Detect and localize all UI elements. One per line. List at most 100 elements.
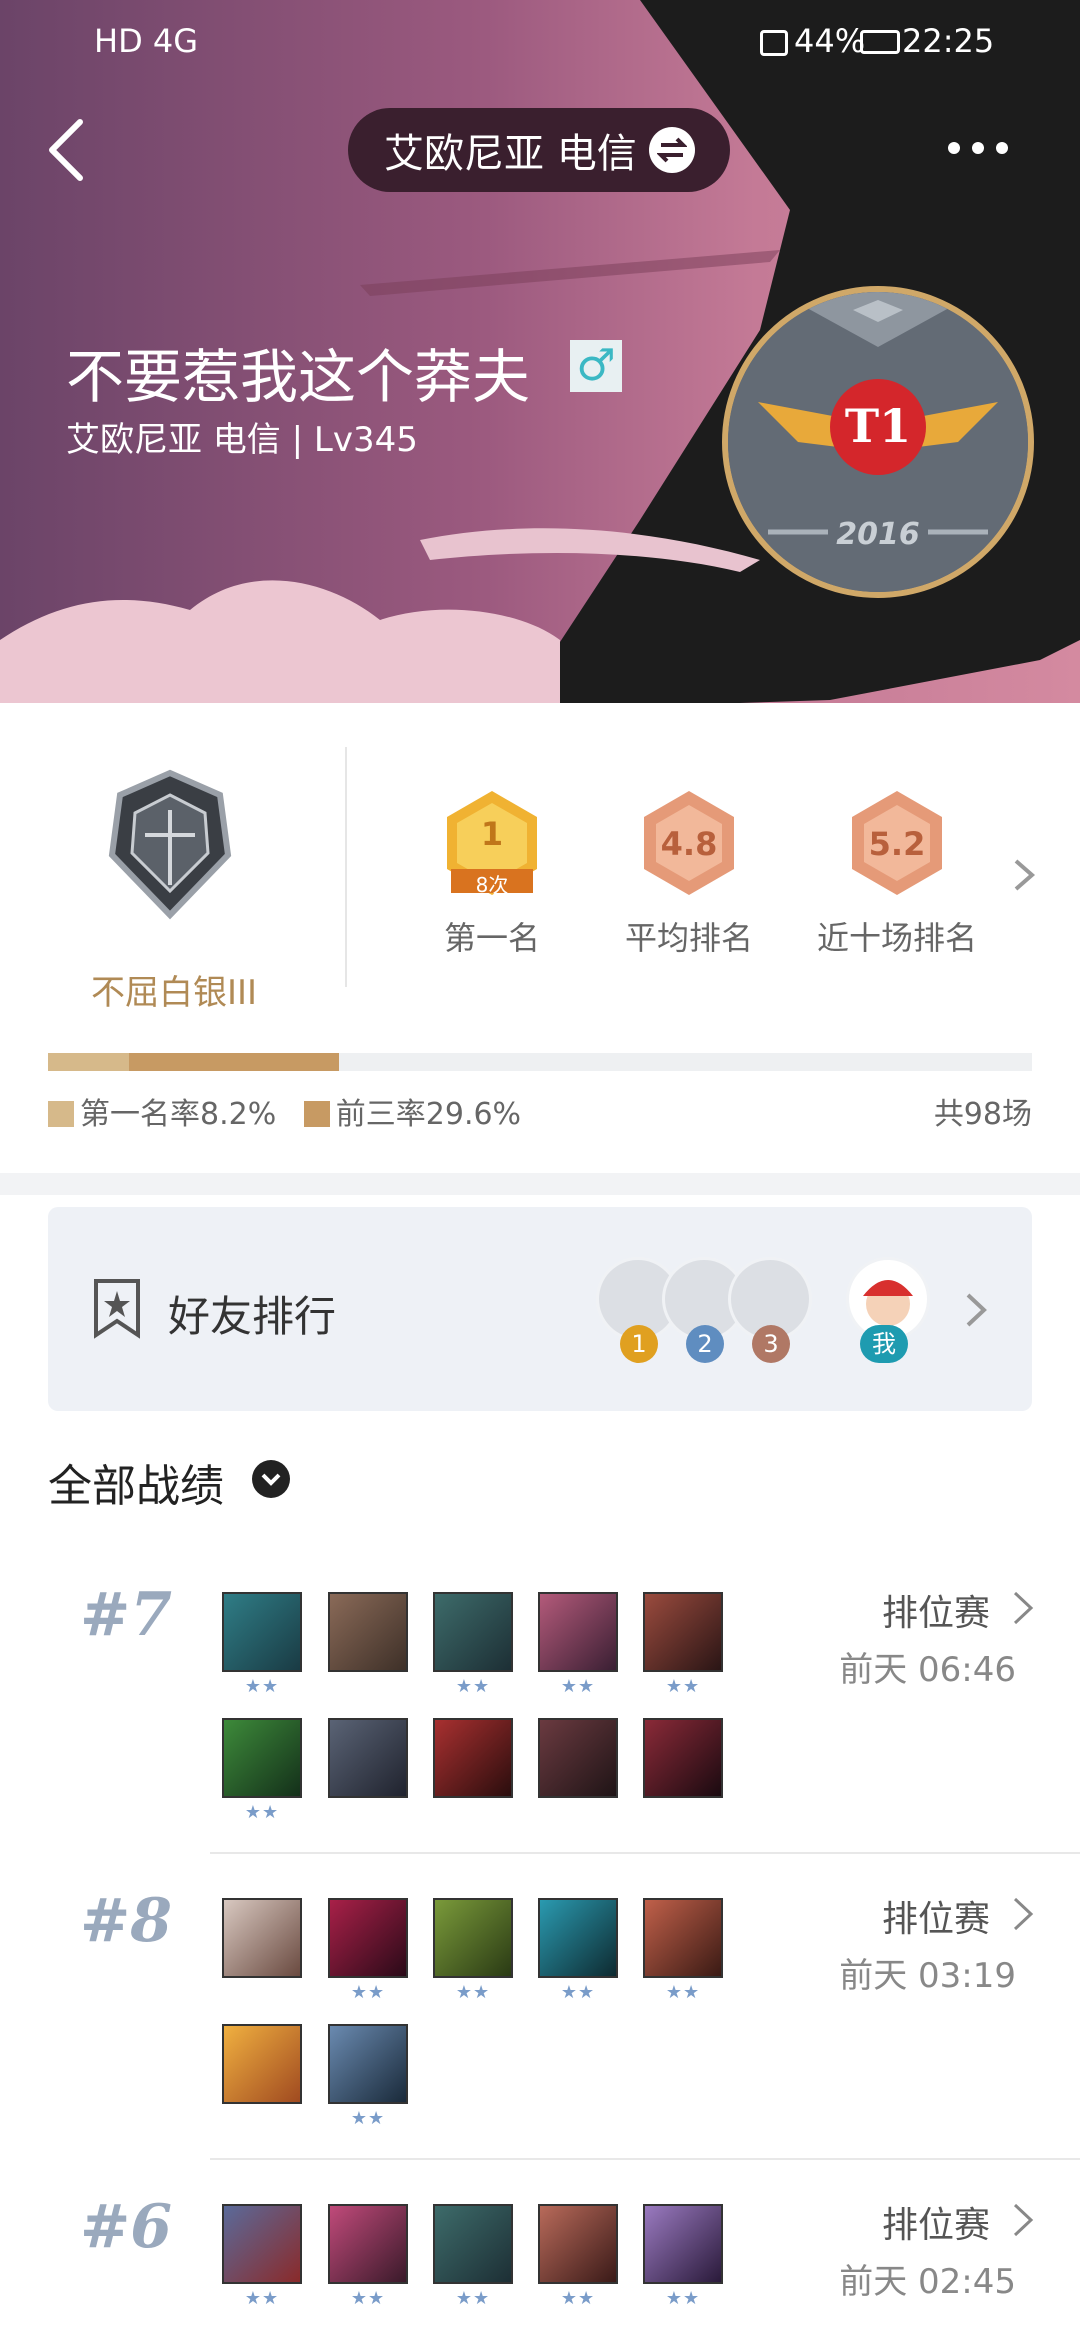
records-title: 全部战绩 [48,1461,224,1512]
profile-header: HD 4G 44% 22:25 艾欧尼亚 电信 不要惹我这个莽夫 ♂ 艾欧尼亚 … [0,0,1080,703]
rate-bar [48,1053,1032,1071]
battery-percent: 44% [794,22,866,60]
first-rate-fill [48,1053,129,1071]
match-time: 前天 06:46 [839,1650,1016,1690]
star-level: ★★ [665,2288,701,2309]
server-switch-button[interactable]: 艾欧尼亚 电信 [348,108,730,192]
bronze-badge-icon: 4.8 [634,789,744,899]
champion-icon [538,1718,618,1798]
champion-icon [643,1898,723,1978]
friend-rank-badge: 2 [686,1325,724,1363]
match-type: 排位赛 [881,2205,990,2246]
back-arrow-icon [49,119,83,181]
more-menu-button[interactable] [948,128,1018,168]
clock: 22:25 [902,22,995,60]
divider [210,1852,1080,1854]
network-status: HD 4G [94,22,199,60]
match-type: 排位赛 [881,1899,990,1940]
champion-icon [433,2204,513,2284]
legend-swatch [48,1101,74,1127]
chevron-right-icon[interactable] [1010,855,1038,895]
status-bar: HD 4G 44% 22:25 [0,0,1080,84]
champion-icon [433,1592,513,1672]
battery-icon [860,30,900,54]
section-divider [0,1173,1080,1195]
server-name: 艾欧尼亚 电信 [384,131,637,177]
chevron-right-icon [1013,2203,1034,2237]
match-record[interactable]: #6 ★★ ★★ ★★ ★★ ★★ 排位赛 前天 02:45 [0,2180,1080,2340]
champion-icon [643,2204,723,2284]
champion-icon [222,1592,302,1672]
my-rank-badge: 我 [860,1325,908,1363]
match-record[interactable]: #8 ★★ ★★ ★★ ★★ ★★ 排位赛 前天 03:19 [0,1874,1080,2160]
friend-ranking-card[interactable]: 好友排行 1 2 3 我 [48,1207,1032,1411]
champion-icon [433,1718,513,1798]
star-level: ★★ [455,1676,491,1697]
rate-legend: 第一名率8.2% 前三率29.6% 共98场 [48,1089,1032,1132]
silver-rank-emblem-icon [108,769,232,920]
top3-rate-fill [128,1053,340,1071]
stat-label: 第一名 [443,919,540,957]
champion-icon [328,2024,408,2104]
avg-rank: 4.8 [660,825,718,863]
champion-icon [538,2204,618,2284]
star-level: ★★ [350,2108,386,2129]
champion-icon [538,1898,618,1978]
match-record[interactable]: #7 ★★ ★★ ★★ ★★ ★★ 排位赛 前天 06:46 [0,1568,1080,1854]
match-rank: #7 [80,1580,173,1650]
rank-stats-panel: 不屈白银III 1 8次 第一名 4.8 平均排名 5.2 近十场排名 第一名率… [0,703,1080,1173]
champion-icon [222,1898,302,1978]
star-level: ★★ [560,2288,596,2309]
legend-swatch [303,1101,330,1127]
swap-icon [648,127,695,173]
star-level: ★★ [455,1982,491,2003]
stat-average-rank[interactable]: 4.8 平均排名 [614,789,764,959]
star-level: ★★ [244,1676,280,1697]
star-level: ★★ [560,1982,596,2003]
star-level: ★★ [665,1676,701,1697]
stat-first-place[interactable]: 1 8次 第一名 [417,789,567,959]
champion-icon [222,2024,302,2104]
champion-icon [538,1592,618,1672]
recent-rank: 5.2 [868,825,926,863]
player-avatar[interactable]: T1 2016 [722,286,1034,598]
stat-label: 近十场排名 [816,919,977,957]
player-server-level: 艾欧尼亚 电信 | Lv345 [66,420,418,460]
match-type: 排位赛 [881,1593,990,1634]
dropdown-icon[interactable] [252,1460,290,1498]
champion-icon [328,1718,408,1798]
bronze-badge-icon: 5.2 [842,789,952,899]
avatar-year: 2016 [836,517,920,552]
match-time: 前天 03:19 [839,1956,1016,1996]
male-icon: ♂ [570,340,622,392]
more-dot-icon [996,142,1008,154]
champion-icon [643,1718,723,1798]
stat-recent-rank[interactable]: 5.2 近十场排名 [817,789,977,959]
stat-label: 平均排名 [624,919,753,957]
star-level: ★★ [560,1676,596,1697]
friend-ranking-title: 好友排行 [168,1292,337,1341]
first-times: 8次 [475,873,509,897]
t1-logo-icon: T1 2016 [728,292,1028,592]
total-games: 共98场 [933,1097,1032,1132]
champion-icon [433,1898,513,1978]
bookmark-star-icon [94,1279,140,1339]
vibrate-icon [760,30,788,56]
top3-rate-label: 前三率29.6% [335,1097,522,1132]
star-level: ★★ [244,1802,280,1823]
more-dot-icon [972,142,984,154]
champion-icon [328,1898,408,1978]
star-level: ★★ [350,2288,386,2309]
champion-icon [328,1592,408,1672]
rank-name: 不屈白银III [90,973,258,1013]
star-level: ★★ [350,1982,386,2003]
gold-badge-icon: 1 8次 [437,789,547,899]
match-rank: #8 [80,1886,173,1956]
friend-rank-badge: 3 [752,1325,790,1363]
first-rate-label: 第一名率8.2% [80,1097,277,1132]
back-button[interactable] [40,110,100,190]
champion-icon [643,1592,723,1672]
star-level: ★★ [665,1982,701,2003]
chevron-right-icon [966,1293,987,1327]
divider [345,747,347,987]
